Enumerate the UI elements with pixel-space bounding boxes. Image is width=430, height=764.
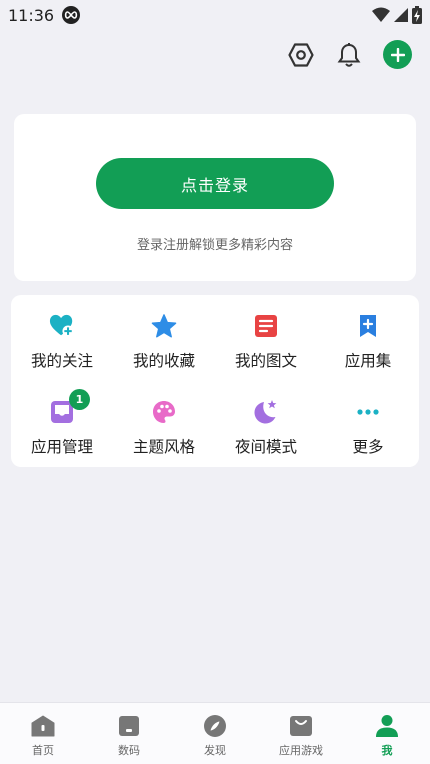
menu-item-following[interactable]: 我的关注 (11, 295, 113, 381)
top-actions (287, 40, 412, 69)
signal-icon (394, 7, 408, 27)
infinity-notification-icon (62, 6, 81, 24)
login-card: 点击登录 登录注册解锁更多精彩内容 (14, 114, 416, 281)
nav-label: 首页 (32, 744, 54, 757)
nav-item-digital[interactable]: 数码 (86, 703, 172, 764)
status-bar: 11:36 (0, 0, 430, 30)
menu-label: 应用集 (344, 352, 392, 370)
nav-label: 应用游戏 (279, 744, 323, 757)
menu-item-my-posts[interactable]: 我的图文 (215, 295, 317, 381)
nav-item-apps-games[interactable]: 应用游戏 (258, 703, 344, 764)
menu-item-more[interactable]: 更多 (317, 381, 419, 467)
article-icon (253, 313, 279, 339)
battery-charging-icon (412, 6, 422, 28)
status-indicators (372, 6, 422, 28)
menu-label: 我的收藏 (132, 352, 195, 370)
nav-item-me[interactable]: 我 (344, 703, 430, 764)
nav-item-discover[interactable]: 发现 (172, 703, 258, 764)
menu-label: 主题风格 (132, 438, 195, 456)
person-icon (375, 714, 399, 738)
nav-label: 发现 (204, 744, 226, 757)
menu-item-favorites[interactable]: 我的收藏 (113, 295, 215, 381)
update-count-badge: 1 (69, 389, 90, 410)
bookmark-plus-icon (355, 313, 381, 339)
palette-icon (151, 399, 177, 425)
nav-item-home[interactable]: 首页 (0, 703, 86, 764)
plus-icon (390, 47, 405, 62)
menu-label: 我的图文 (234, 352, 297, 370)
menu-item-app-manager[interactable]: 1 应用管理 (11, 381, 113, 467)
device-icon (117, 714, 141, 738)
shopping-bag-icon (289, 714, 313, 738)
bottom-nav: 首页 数码 发现 应用游戏 我 (0, 702, 430, 764)
tray-icon: 1 (49, 389, 90, 425)
login-hint: 登录注册解锁更多精彩内容 (136, 238, 293, 253)
status-time: 11:36 (8, 5, 55, 25)
menu-label: 更多 (352, 438, 384, 456)
nav-label: 数码 (118, 744, 140, 757)
add-button[interactable] (383, 40, 412, 69)
menu-item-night-mode[interactable]: 夜间模式 (215, 381, 317, 467)
login-button[interactable]: 点击登录 (96, 158, 334, 209)
moon-star-icon (253, 399, 279, 425)
menu-item-theme[interactable]: 主题风格 (113, 381, 215, 467)
home-icon (31, 714, 55, 738)
wifi-icon (372, 7, 390, 27)
bell-icon[interactable] (335, 41, 363, 69)
menu-item-app-collection[interactable]: 应用集 (317, 295, 419, 381)
menu-label: 我的关注 (30, 352, 93, 370)
menu-grid: 我的关注 我的收藏 我的图文 应用集 1 应用管理 主题风格 夜间模式 更多 (11, 295, 419, 467)
compass-icon (203, 714, 227, 738)
nav-label: 我 (381, 744, 393, 757)
menu-label: 夜间模式 (234, 438, 297, 456)
heart-plus-icon (49, 313, 75, 339)
more-dots-icon (355, 399, 381, 425)
settings-hexagon-icon[interactable] (287, 41, 315, 69)
star-icon (151, 313, 177, 339)
menu-label: 应用管理 (30, 438, 93, 456)
